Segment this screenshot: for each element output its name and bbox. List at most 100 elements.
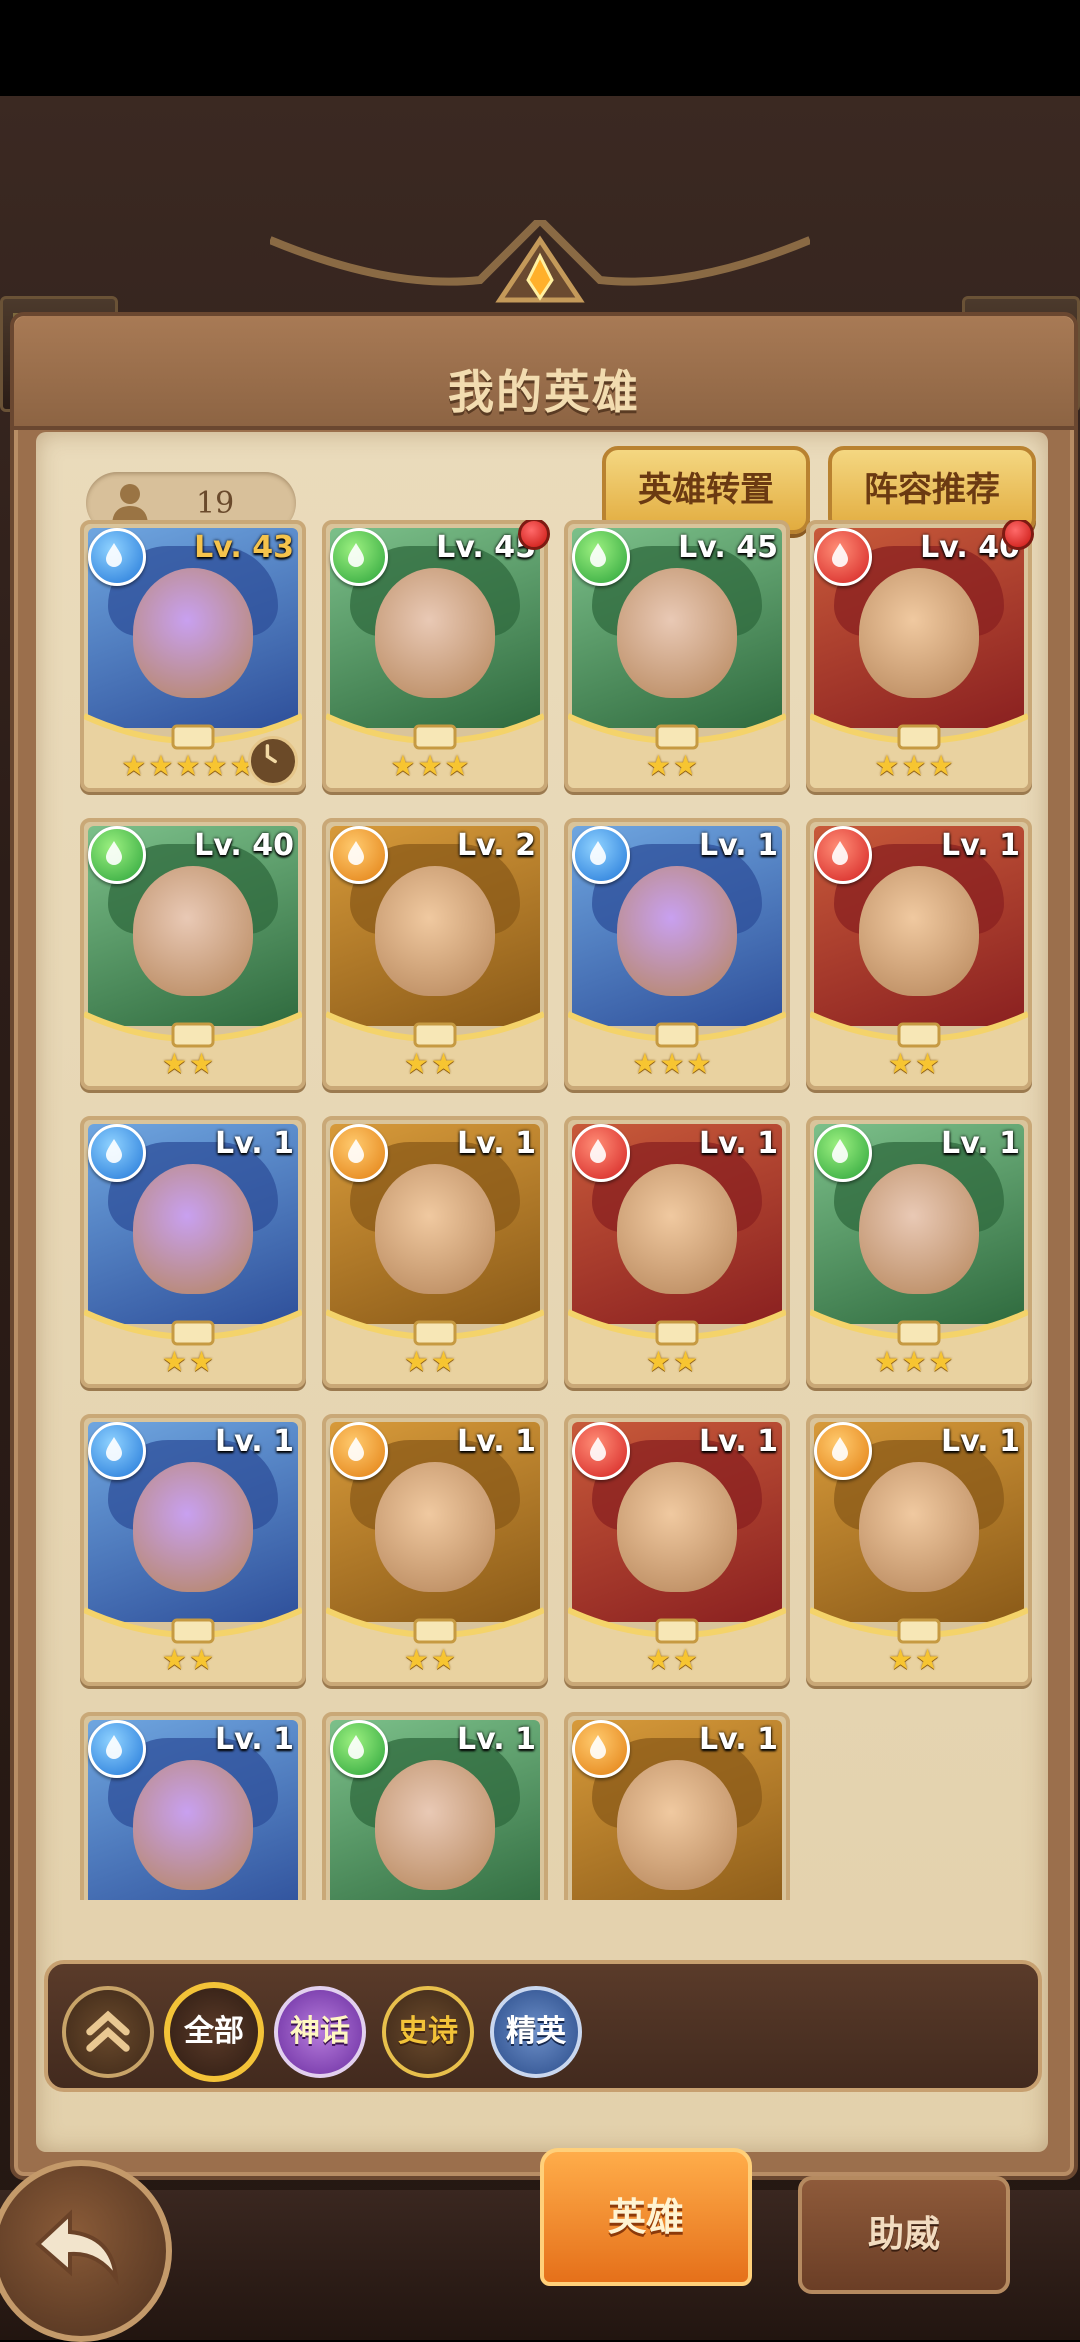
hero-face bbox=[133, 866, 253, 996]
filter-elite-button[interactable]: 精英 bbox=[490, 1986, 582, 2078]
hero-card[interactable]: Lv. 45 ★★ bbox=[564, 520, 790, 792]
hero-face bbox=[617, 1164, 737, 1294]
hero-level: Lv. 1 bbox=[215, 1424, 294, 1459]
earth-element-icon bbox=[572, 1720, 630, 1778]
hero-face bbox=[133, 568, 253, 698]
page-title: 我的英雄 bbox=[448, 365, 640, 419]
hero-card[interactable]: Lv. 1 bbox=[322, 1712, 548, 1900]
card-frame-decoration bbox=[326, 1888, 544, 1900]
hero-list-area: 19 英雄转置 阵容推荐 Lv. 43 ★★★★★ Lv. 45 ★★★ Lv. 45 ★… bbox=[36, 432, 1048, 2152]
hero-card[interactable]: Lv. 1 ★★ bbox=[322, 1414, 548, 1686]
hero-level: Lv. 1 bbox=[457, 1722, 536, 1757]
hero-face bbox=[859, 866, 979, 996]
wind-element-icon bbox=[88, 826, 146, 884]
hero-level: Lv. 1 bbox=[215, 1126, 294, 1161]
water-element-icon bbox=[88, 1720, 146, 1778]
element-glyph-icon bbox=[106, 841, 122, 865]
element-glyph-icon bbox=[590, 543, 606, 567]
hero-count-value: 19 bbox=[196, 486, 235, 521]
hero-level: Lv. 45 bbox=[678, 530, 778, 565]
element-glyph-icon bbox=[590, 841, 606, 865]
earth-element-icon bbox=[330, 826, 388, 884]
hero-stars: ★★ bbox=[161, 1345, 217, 1378]
hero-card[interactable]: Lv. 40 ★★ bbox=[80, 818, 306, 1090]
hero-stars: ★★★ bbox=[874, 749, 956, 782]
hero-level: Lv. 1 bbox=[941, 828, 1020, 863]
fire-element-icon bbox=[814, 528, 872, 586]
wind-element-icon bbox=[814, 1124, 872, 1182]
hero-level: Lv. 40 bbox=[194, 828, 294, 863]
filter-myth-button[interactable]: 神话 bbox=[274, 1986, 366, 2078]
hero-card[interactable]: Lv. 1 ★★ bbox=[80, 1414, 306, 1686]
hero-card[interactable]: Lv. 2 ★★ bbox=[322, 818, 548, 1090]
earth-element-icon bbox=[330, 1422, 388, 1480]
element-glyph-icon bbox=[106, 1437, 122, 1461]
element-glyph-icon bbox=[590, 1139, 606, 1163]
hero-card[interactable]: Lv. 1 ★★ bbox=[564, 1414, 790, 1686]
hero-grid: Lv. 43 ★★★★★ Lv. 45 ★★★ Lv. 45 ★★ Lv. 40 ★★★ Lv.… bbox=[80, 520, 1060, 1900]
hero-stars: ★★★ bbox=[874, 1345, 956, 1378]
hero-card[interactable]: Lv. 1 ★★ bbox=[564, 1116, 790, 1388]
hero-level: Lv. 1 bbox=[941, 1126, 1020, 1161]
hero-face bbox=[617, 866, 737, 996]
tab-cheer[interactable]: 助威 bbox=[798, 2176, 1010, 2294]
element-glyph-icon bbox=[832, 1139, 848, 1163]
hero-face bbox=[375, 1760, 495, 1890]
hero-card[interactable]: Lv. 45 ★★★ bbox=[322, 520, 548, 792]
wind-element-icon bbox=[572, 528, 630, 586]
card-frame-decoration bbox=[84, 1888, 302, 1900]
element-glyph-icon bbox=[348, 1139, 364, 1163]
hero-stars: ★★ bbox=[403, 1643, 459, 1676]
hero-stars: ★★★ bbox=[390, 749, 472, 782]
element-glyph-icon bbox=[590, 1437, 606, 1461]
filter-all-button[interactable]: 全部 bbox=[164, 1982, 264, 2082]
hero-card[interactable]: Lv. 1 ★★★ bbox=[564, 818, 790, 1090]
wind-element-icon bbox=[330, 528, 388, 586]
double-chevron-up-icon bbox=[86, 2010, 130, 2052]
fire-element-icon bbox=[814, 826, 872, 884]
filter-bar: 全部 神话 史诗 精英 bbox=[44, 1960, 1042, 2092]
hero-card[interactable]: Lv. 1 bbox=[564, 1712, 790, 1900]
element-glyph-icon bbox=[348, 1437, 364, 1461]
hero-level: Lv. 1 bbox=[457, 1424, 536, 1459]
hero-level: Lv. 1 bbox=[457, 1126, 536, 1161]
collapse-button[interactable] bbox=[62, 1986, 154, 2078]
tab-hero[interactable]: 英雄 bbox=[540, 2148, 752, 2286]
hero-card[interactable]: Lv. 1 ★★★ bbox=[806, 1116, 1032, 1388]
hero-card[interactable]: Lv. 1 ★★ bbox=[806, 818, 1032, 1090]
hero-face bbox=[859, 568, 979, 698]
element-glyph-icon bbox=[106, 1735, 122, 1759]
wind-element-icon bbox=[330, 1720, 388, 1778]
hero-stars: ★★ bbox=[161, 1047, 217, 1080]
element-glyph-icon bbox=[348, 1735, 364, 1759]
hero-stars: ★★ bbox=[887, 1047, 943, 1080]
hero-level: Lv. 1 bbox=[699, 828, 778, 863]
element-glyph-icon bbox=[348, 841, 364, 865]
hero-card[interactable]: Lv. 1 bbox=[80, 1712, 306, 1900]
hero-stars: ★★ bbox=[645, 749, 701, 782]
hero-face bbox=[133, 1760, 253, 1890]
hero-card[interactable]: Lv. 1 ★★ bbox=[806, 1414, 1032, 1686]
hero-level: Lv. 1 bbox=[941, 1424, 1020, 1459]
hero-face bbox=[617, 1760, 737, 1890]
hero-card[interactable]: Lv. 1 ★★ bbox=[80, 1116, 306, 1388]
hero-face bbox=[859, 1462, 979, 1592]
hero-face bbox=[617, 1462, 737, 1592]
hero-face bbox=[859, 1164, 979, 1294]
back-arrow-icon bbox=[35, 2209, 119, 2286]
hero-face bbox=[133, 1462, 253, 1592]
water-element-icon bbox=[572, 826, 630, 884]
water-element-icon bbox=[88, 1422, 146, 1480]
element-glyph-icon bbox=[106, 543, 122, 567]
hero-face bbox=[375, 568, 495, 698]
hero-level: Lv. 1 bbox=[215, 1722, 294, 1757]
fire-element-icon bbox=[572, 1422, 630, 1480]
filter-epic-button[interactable]: 史诗 bbox=[382, 1986, 474, 2078]
hero-face bbox=[375, 866, 495, 996]
hero-face bbox=[133, 1164, 253, 1294]
hero-level: Lv. 43 bbox=[194, 530, 294, 565]
hero-card[interactable]: Lv. 43 ★★★★★ bbox=[80, 520, 306, 792]
hero-card[interactable]: Lv. 1 ★★ bbox=[322, 1116, 548, 1388]
hero-card[interactable]: Lv. 40 ★★★ bbox=[806, 520, 1032, 792]
hero-level: Lv. 1 bbox=[699, 1424, 778, 1459]
